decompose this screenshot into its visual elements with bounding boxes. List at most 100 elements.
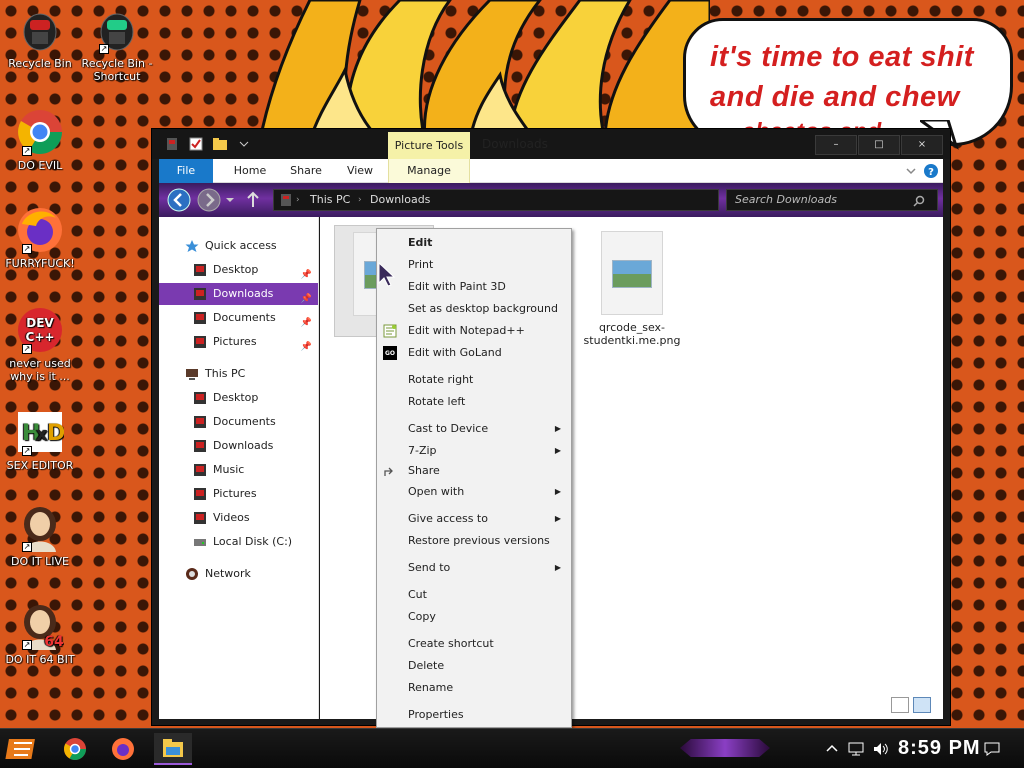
nav-pc-documents[interactable]: Documents (159, 411, 318, 433)
recent-locations-icon[interactable] (225, 195, 235, 205)
menu-item-rename[interactable]: Rename (377, 678, 571, 698)
menu-item-7zip[interactable]: 7-Zip ▶ (377, 441, 571, 461)
nav-pc-desktop[interactable]: Desktop (159, 387, 318, 409)
nav-quick-downloads[interactable]: Downloads 📌 (159, 283, 318, 305)
tab-manage[interactable]: Manage (388, 159, 470, 183)
image-file-icon (601, 231, 663, 315)
start-icon (5, 739, 35, 759)
desktop-icon-label: FURRYFUCK! (5, 257, 75, 270)
menu-item-share[interactable]: Share (377, 461, 571, 481)
nav-label: Documents (213, 415, 276, 428)
menu-item-print[interactable]: Print (377, 255, 571, 275)
firefox-icon (112, 738, 134, 760)
properties-icon[interactable] (188, 136, 204, 152)
menu-item-send-to[interactable]: Send to ▶ (377, 558, 571, 578)
menu-item-rotate-right[interactable]: Rotate right (377, 370, 571, 390)
menu-item-edit[interactable]: Edit (377, 233, 571, 253)
nav-pc-local-disk[interactable]: Local Disk (C:) (159, 531, 318, 553)
recycle-bin-icon[interactable] (164, 136, 180, 152)
network-status-icon[interactable] (848, 741, 864, 757)
downloads-folder-icon (194, 440, 206, 452)
music-folder-icon (194, 464, 206, 476)
drive-icon (194, 539, 206, 546)
taskbar-clock[interactable]: 8:59 PM (898, 737, 981, 760)
menu-item-create-shortcut[interactable]: Create shortcut (377, 634, 571, 654)
menu-item-copy[interactable]: Copy (377, 607, 571, 627)
expand-ribbon-icon[interactable] (905, 166, 917, 176)
desktop-icon-furryfuck[interactable]: ↗ FURRYFUCK! (0, 206, 80, 270)
nav-quick-pictures[interactable]: Pictures 📌 (159, 331, 318, 353)
close-button[interactable]: × (901, 135, 943, 155)
menu-item-cast-to-device[interactable]: Cast to Device ▶ (377, 419, 571, 439)
desktop-icon-recycle-bin-shortcut[interactable]: ↗ Recycle Bin - Shortcut (77, 6, 157, 83)
tab-share[interactable]: Share (281, 159, 331, 183)
breadcrumb-separator-icon: › (296, 195, 300, 205)
desktop-icon-do-it-live[interactable]: ↗ DO IT LIVE (0, 504, 80, 568)
menu-item-rotate-left[interactable]: Rotate left (377, 392, 571, 412)
nav-pc-pictures[interactable]: Pictures (159, 483, 318, 505)
back-button[interactable] (167, 188, 191, 212)
nav-pc-videos[interactable]: Videos (159, 507, 318, 529)
large-icons-view-button[interactable] (913, 697, 931, 713)
view-switcher (891, 697, 931, 713)
up-arrow-icon[interactable] (245, 191, 261, 209)
title-bar[interactable]: Picture Tools Downloads – □ × (152, 129, 950, 159)
taskbar-firefox[interactable] (104, 733, 142, 765)
volume-icon[interactable] (872, 741, 890, 757)
show-hidden-icons-icon[interactable] (826, 743, 838, 753)
menu-item-open-with[interactable]: Open with ▶ (377, 482, 571, 502)
menu-item-set-background[interactable]: Set as desktop background (377, 299, 571, 319)
address-bar[interactable]: › This PC › Downloads (273, 189, 719, 211)
menu-item-delete[interactable]: Delete (377, 656, 571, 676)
breadcrumb-this-pc[interactable]: This PC (310, 190, 350, 210)
nav-quick-documents[interactable]: Documents 📌 (159, 307, 318, 329)
context-menu[interactable]: Edit Print Edit with Paint 3D Set as des… (376, 228, 572, 728)
desktop-icon-recycle-bin[interactable]: Recycle Bin (0, 6, 80, 70)
tab-home[interactable]: Home (225, 159, 275, 183)
menu-item-give-access[interactable]: Give access to ▶ (377, 509, 571, 529)
nav-quick-desktop[interactable]: Desktop 📌 (159, 259, 318, 281)
nav-this-pc[interactable]: This PC (159, 363, 318, 385)
notifications-icon[interactable] (984, 741, 1000, 757)
menu-item-restore-versions[interactable]: Restore previous versions (377, 531, 571, 551)
nav-label: Desktop (213, 391, 259, 404)
desktop-icon-label: DO IT LIVE (11, 555, 69, 568)
taskbar-chrome[interactable] (56, 733, 94, 765)
start-button[interactable] (4, 733, 42, 765)
search-input[interactable]: Search Downloads (726, 189, 938, 211)
desktop-icon-do-evil[interactable]: ↗ DO EVIL (0, 108, 80, 172)
tab-file[interactable]: File (159, 159, 213, 183)
network-icon (186, 568, 198, 580)
address-bar-area: › This PC › Downloads Search Downloads (159, 183, 943, 217)
menu-item-cut[interactable]: Cut (377, 585, 571, 605)
forward-button[interactable] (197, 188, 221, 212)
nav-quick-access[interactable]: Quick access (159, 235, 318, 257)
desktop-icon-devcpp[interactable]: DEV C++ ↗ never used why is it ... (0, 306, 80, 383)
tab-view[interactable]: View (337, 159, 383, 183)
desktop-icon-sex-editor[interactable]: HxD ↗ SEX EDITOR (0, 408, 80, 472)
details-view-button[interactable] (891, 697, 909, 713)
minimize-button[interactable]: – (815, 135, 857, 155)
desktop-icon-label: never used why is it ... (9, 357, 71, 383)
maximize-button[interactable]: □ (858, 135, 900, 155)
breadcrumb-downloads[interactable]: Downloads (370, 190, 430, 210)
menu-item-edit-paint3d[interactable]: Edit with Paint 3D (377, 277, 571, 297)
new-folder-icon[interactable] (212, 136, 228, 152)
chrome-icon (64, 738, 86, 760)
navigation-pane: Quick access Desktop 📌 Downloads 📌 Docum… (159, 217, 319, 719)
menu-item-properties[interactable]: Properties (377, 705, 571, 725)
menu-item-notepadpp[interactable]: Edit with Notepad++ (377, 321, 571, 341)
mouse-cursor-icon (378, 262, 396, 287)
taskbar-file-explorer[interactable] (154, 733, 192, 765)
desktop-icon-do-it-64-bit[interactable]: 64 ↗ DO IT 64 BIT (0, 602, 80, 666)
file-item[interactable]: qrcode_sex-studentki.me.png (582, 231, 682, 347)
speech-bubble: it's time to eat shit and die and chew c… (683, 18, 1013, 146)
nav-pc-downloads[interactable]: Downloads (159, 435, 318, 457)
taskbar: 8:59 PM (0, 728, 1024, 768)
qat-dropdown-icon[interactable] (236, 136, 252, 152)
nav-pc-music[interactable]: Music (159, 459, 318, 481)
menu-item-goland[interactable]: GO Edit with GoLand (377, 343, 571, 363)
nav-network[interactable]: Network (159, 563, 318, 585)
submenu-arrow-icon: ▶ (554, 424, 561, 433)
help-icon[interactable]: ? (923, 163, 939, 179)
